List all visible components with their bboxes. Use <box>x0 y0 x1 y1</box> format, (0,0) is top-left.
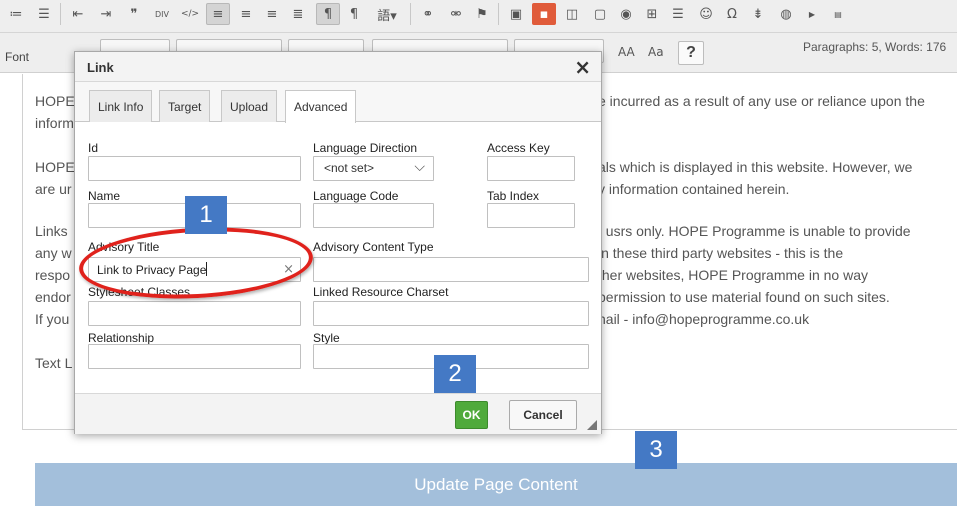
language-code-field[interactable] <box>313 203 434 228</box>
indent-icon[interactable]: ⇥ <box>94 3 118 25</box>
chevron-down-icon: ⌵ <box>414 159 425 175</box>
para-line-left: respo <box>35 267 71 283</box>
callout-badge-3: 3 <box>635 431 677 469</box>
numbered-list-icon[interactable]: ≔ <box>4 3 28 25</box>
outdent-icon[interactable]: ⇤ <box>66 3 90 25</box>
para-line-right: y information contained herein. <box>598 181 790 197</box>
tab-upload[interactable]: Upload <box>221 90 278 122</box>
html-icon[interactable]: ▤ <box>826 3 850 25</box>
anchor-icon[interactable]: ⚑ <box>470 3 494 25</box>
linked-charset-field[interactable] <box>313 301 589 326</box>
tab-link-info[interactable]: Link Info <box>89 90 153 122</box>
tab-target[interactable]: Target <box>159 90 211 122</box>
dialog-title: Link <box>87 60 114 75</box>
para-line-left: If you <box>35 311 70 327</box>
pagebreak-icon[interactable]: ⇟ <box>746 3 770 25</box>
align-left-icon[interactable]: ≡ <box>206 3 230 25</box>
font-label: Font <box>5 50 30 64</box>
toolbar-separator <box>498 3 499 25</box>
language-direction-select[interactable]: <not set> ⌵ <box>313 156 434 181</box>
language-code-label: Language Code <box>313 189 399 203</box>
stylesheet-classes-field[interactable] <box>88 301 301 326</box>
language-icon[interactable]: 語▾ <box>370 3 404 25</box>
linked-charset-label: Linked Resource Charset <box>313 285 449 299</box>
font-size-larger-icon[interactable]: AA <box>618 45 635 59</box>
omega-icon[interactable]: Ω <box>720 3 744 25</box>
relationship-field[interactable] <box>88 344 301 369</box>
close-icon[interactable]: × <box>574 55 591 79</box>
font-size-smaller-icon[interactable]: Aa <box>648 45 664 59</box>
advisory-content-type-field[interactable] <box>313 257 589 282</box>
globe-icon[interactable]: ◍ <box>774 3 798 25</box>
link-icon[interactable]: ⚭ <box>416 3 440 25</box>
image-icon[interactable]: ▣ <box>504 3 528 25</box>
dialog-footer: OK Cancel <box>75 393 601 434</box>
rtl-icon[interactable]: ¶ <box>342 3 366 25</box>
editor-toolbar-top: ≔ ☰ ⇤ ⇥ ❞ DIV </> ≡ ≡ ≡ ≣ ¶ ¶ 語▾ ⚭ ⚮ ⚑ ▣… <box>0 0 957 33</box>
video-icon[interactable]: ▢ <box>588 3 612 25</box>
para-line-right: nail - info@hopeprogramme.co.uk <box>598 311 810 327</box>
resize-handle[interactable] <box>587 420 597 430</box>
tab-index-label: Tab Index <box>487 189 540 203</box>
para-line-right: ther websites, HOPE Programme in no way <box>598 267 868 283</box>
access-key-label: Access Key <box>487 141 550 155</box>
tab-index-field[interactable] <box>487 203 575 228</box>
dialog-tabs: Link Info Target Upload Advanced <box>75 82 601 123</box>
para-line-left: inform <box>35 115 74 131</box>
callout-badge-1: 1 <box>185 196 227 234</box>
id-label: Id <box>88 141 99 155</box>
para-line-left: any w <box>35 245 72 261</box>
dialog-titlebar[interactable]: Link × <box>75 52 601 82</box>
para-line-right: als which is displayed in this website. … <box>598 159 913 175</box>
ltr-icon[interactable]: ¶ <box>316 3 340 25</box>
align-right-icon[interactable]: ≡ <box>260 3 284 25</box>
id-field[interactable] <box>88 156 301 181</box>
para-line-right: e incurred as a result of any use or rel… <box>598 93 925 109</box>
relationship-label: Relationship <box>88 331 155 345</box>
para-line-right: f usrs only. HOPE Programme is unable to… <box>598 223 911 239</box>
table-icon[interactable]: ⊞ <box>640 3 664 25</box>
youtube-icon[interactable]: ▶ <box>800 3 824 25</box>
iframe-icon[interactable]: ◫ <box>560 3 584 25</box>
bulleted-list-icon[interactable]: ☰ <box>32 3 56 25</box>
update-page-content-button[interactable]: Update Page Content <box>35 463 957 506</box>
code-icon[interactable]: </> <box>178 3 202 25</box>
help-button[interactable]: ? <box>678 41 704 65</box>
div-icon[interactable]: DIV <box>150 3 174 25</box>
justify-icon[interactable]: ≣ <box>286 3 310 25</box>
cancel-button[interactable]: Cancel <box>509 400 577 430</box>
access-key-field[interactable] <box>487 156 575 181</box>
smiley-icon[interactable]: ☺ <box>694 3 718 25</box>
para-line-left: HOPE <box>35 159 75 175</box>
align-center-icon[interactable]: ≡ <box>234 3 258 25</box>
horizontal-rule-icon[interactable]: ☰ <box>666 3 690 25</box>
callout-badge-2: 2 <box>434 355 476 393</box>
name-label: Name <box>88 189 121 203</box>
toolbar-separator <box>410 3 411 25</box>
language-direction-label: Language Direction <box>313 141 418 155</box>
para-line-right: permission to use material found on such… <box>598 289 890 305</box>
para-line-left: Text L <box>35 355 73 371</box>
style-label: Style <box>313 331 340 345</box>
para-line-left: are ur <box>35 181 72 197</box>
tab-advanced[interactable]: Advanced <box>285 90 357 123</box>
unlink-icon[interactable]: ⚮ <box>444 3 468 25</box>
language-direction-value: <not set> <box>324 161 375 175</box>
audio-icon[interactable]: ◉ <box>614 3 638 25</box>
para-line-left: HOPE <box>35 93 75 109</box>
para-line-right: in these third party websites - this is … <box>598 245 844 261</box>
advisory-content-type-label: Advisory Content Type <box>313 240 434 254</box>
flash-icon[interactable]: ▪ <box>532 3 556 25</box>
para-line-left: endor <box>35 289 71 305</box>
blockquote-icon[interactable]: ❞ <box>122 3 146 25</box>
para-line-left: Links <box>35 223 68 239</box>
word-count: Paragraphs: 5, Words: 176 <box>803 40 947 54</box>
ok-button[interactable]: OK <box>455 401 488 429</box>
toolbar-separator <box>60 3 61 25</box>
